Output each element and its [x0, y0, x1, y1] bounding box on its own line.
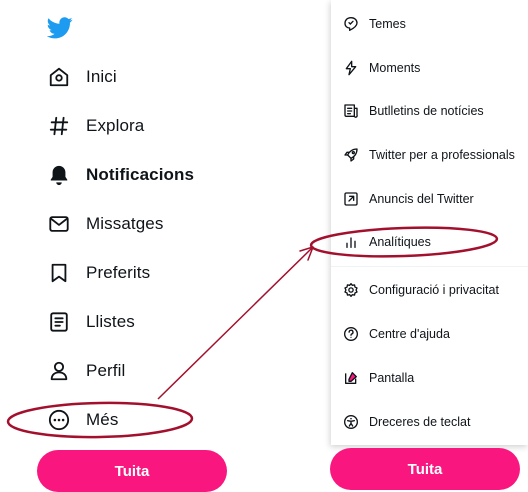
- lightning-icon: [342, 59, 360, 77]
- more-menu-dropdown: Temes Moments Butlletins de notícies Twi…: [331, 0, 528, 445]
- menu-item-keyboard-shortcuts[interactable]: Dreceres de teclat: [331, 408, 528, 436]
- menu-item-professionals[interactable]: Twitter per a professionals: [331, 141, 528, 169]
- nav-item-label: Perfil: [86, 361, 126, 380]
- nav-item-label: Inici: [86, 67, 117, 86]
- nav-item-label: Més: [86, 410, 119, 429]
- accessibility-icon: [342, 413, 360, 431]
- nav-item-profile[interactable]: Perfil: [46, 354, 125, 388]
- display-pen-icon: [342, 369, 360, 387]
- home-icon: [46, 64, 72, 90]
- menu-item-label: Dreceres de teclat: [369, 415, 471, 429]
- nav-item-more[interactable]: Més: [46, 403, 118, 437]
- gear-icon: [342, 281, 360, 299]
- main-navigation: Inici Explora Notificacions Missatges Pr…: [0, 0, 320, 492]
- help-circle-icon: [342, 325, 360, 343]
- nav-item-messages[interactable]: Missatges: [46, 207, 163, 241]
- menu-item-label: Butlletins de notícies: [369, 104, 484, 118]
- menu-item-label: Centre d'ajuda: [369, 327, 450, 341]
- menu-item-label: Analítiques: [369, 235, 431, 249]
- nav-item-bookmarks[interactable]: Preferits: [46, 256, 150, 290]
- twitter-bird-icon[interactable]: [46, 17, 73, 39]
- tweet-button[interactable]: Tuita: [37, 450, 227, 492]
- more-circle-icon: [46, 407, 72, 433]
- bar-chart-icon: [342, 233, 360, 251]
- nav-item-lists[interactable]: Llistes: [46, 305, 135, 339]
- menu-item-display[interactable]: Pantalla: [331, 364, 528, 392]
- nav-item-notifications[interactable]: Notificacions: [46, 158, 194, 192]
- menu-item-label: Moments: [369, 61, 421, 75]
- bookmark-icon: [46, 260, 72, 286]
- menu-item-label: Anuncis del Twitter: [369, 192, 474, 206]
- nav-item-label: Llistes: [86, 312, 135, 331]
- hashtag-icon: [46, 113, 72, 139]
- nav-item-label: Explora: [86, 116, 145, 135]
- nav-item-explore[interactable]: Explora: [46, 109, 144, 143]
- menu-item-settings-privacy[interactable]: Configuració i privacitat: [331, 276, 528, 304]
- nav-item-label: Notificacions: [86, 165, 195, 184]
- menu-item-analytics[interactable]: Analítiques: [331, 228, 528, 256]
- bell-icon: [46, 162, 72, 188]
- nav-item-label: Missatges: [86, 214, 164, 233]
- menu-item-label: Twitter per a professionals: [369, 148, 515, 162]
- menu-item-topics[interactable]: Temes: [331, 10, 528, 38]
- external-arrow-icon: [342, 190, 360, 208]
- menu-item-newsletters[interactable]: Butlletins de notícies: [331, 97, 528, 125]
- menu-item-label: Configuració i privacitat: [369, 283, 499, 297]
- menu-item-twitter-ads[interactable]: Anuncis del Twitter: [331, 185, 528, 213]
- menu-item-label: Temes: [369, 17, 406, 31]
- rocket-icon: [342, 146, 360, 164]
- menu-divider: [331, 266, 528, 267]
- menu-item-label: Pantalla: [369, 371, 415, 385]
- menu-item-moments[interactable]: Moments: [331, 54, 528, 82]
- list-icon: [46, 309, 72, 335]
- envelope-icon: [46, 211, 72, 237]
- nav-item-label: Preferits: [86, 263, 151, 282]
- nav-item-home[interactable]: Inici: [46, 60, 117, 94]
- person-icon: [46, 358, 72, 384]
- menu-item-help-center[interactable]: Centre d'ajuda: [331, 320, 528, 348]
- newsletter-icon: [342, 102, 360, 120]
- menu-tweet-button[interactable]: Tuita: [330, 448, 520, 490]
- topics-icon: [342, 15, 360, 33]
